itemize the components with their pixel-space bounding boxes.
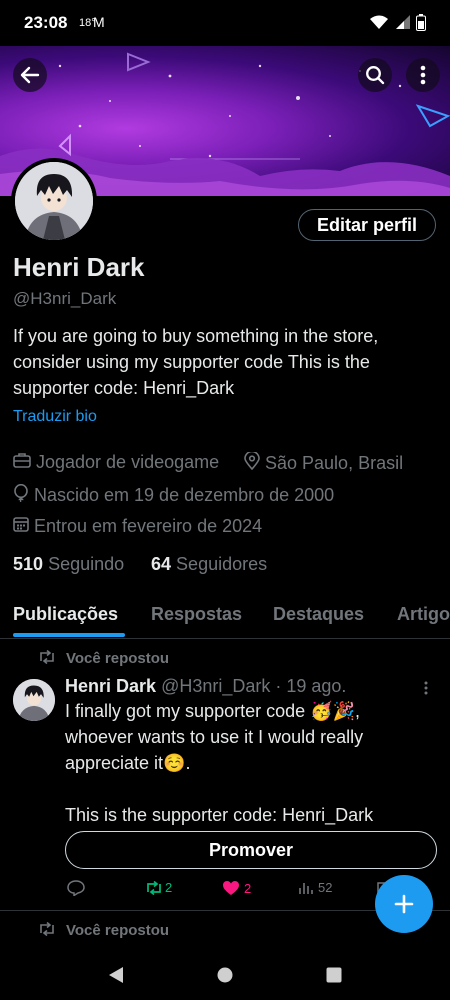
location-text: São Paulo, Brasil [265, 453, 404, 473]
nav-home-icon[interactable] [217, 967, 233, 983]
back-button[interactable] [13, 58, 47, 92]
bio-line: supporter code: Henri_Dark [13, 378, 235, 398]
repost-icon [38, 921, 56, 939]
nav-back-icon[interactable] [108, 966, 124, 984]
like-button[interactable]: 2 [222, 880, 251, 896]
status-bar: 23:08 18° M [0, 0, 450, 46]
occupation-text: Jogador de videogame [36, 452, 220, 472]
calendar-icon [13, 516, 29, 537]
repost-count: 2 [165, 880, 173, 895]
plus-icon [394, 894, 414, 914]
post-author-name[interactable]: Henri Dark [65, 676, 156, 696]
profile-joined: Entrou em fevereiro de 2024 [13, 516, 262, 537]
post-text-line [65, 776, 437, 802]
profile-handle: @H3nri_Dark [13, 289, 117, 308]
post-text-line: I finally got my supporter code 🥳🎉, [65, 701, 360, 721]
compose-post-button[interactable] [375, 875, 433, 933]
repost-label: Você repostou [66, 922, 170, 939]
search-icon [366, 66, 385, 85]
battery-icon [416, 14, 426, 35]
profile-occupation: Jogador de videogame [13, 452, 219, 473]
balloon-icon [13, 483, 29, 507]
repost-indicator: Você repostou [38, 649, 170, 667]
bar-chart-icon [299, 882, 313, 894]
bio-line: consider using my supporter code This is… [13, 352, 370, 372]
following-label: Seguindo [48, 554, 125, 574]
post-text-line: appreciate it☺️. [65, 753, 191, 773]
tab-articles[interactable]: Artigos [397, 604, 450, 625]
birthday-text: Nascido em 19 de dezembro de 2000 [34, 485, 335, 505]
profile-birthday: Nascido em 19 de dezembro de 2000 [13, 483, 335, 507]
heart-icon [223, 881, 239, 895]
status-time: 23:08 [24, 13, 68, 32]
briefcase-icon [13, 452, 31, 473]
views-count: 52 [318, 880, 333, 895]
followers-label: Seguidores [176, 554, 268, 574]
post-text: I finally got my supporter code 🥳🎉, whoe… [65, 698, 437, 828]
followers-count: 64 [151, 554, 172, 574]
reply-button[interactable] [67, 880, 85, 896]
views-button[interactable]: 52 [298, 880, 332, 895]
edit-profile-button[interactable]: Editar perfil [298, 209, 436, 241]
post-header: Henri Dark @H3nri_Dark · 19 ago. [65, 676, 346, 697]
repost-icon [38, 649, 56, 667]
repost-button[interactable]: 2 [145, 880, 172, 895]
reply-icon [67, 880, 85, 896]
post-text-line: whoever wants to use it I would really [65, 727, 364, 747]
translate-bio-link[interactable]: Traduzir bio [13, 408, 97, 426]
repost-label: Você repostou [66, 650, 170, 667]
profile-avatar[interactable] [11, 158, 97, 244]
tab-highlights[interactable]: Destaques [273, 604, 364, 625]
gmail-icon: M [93, 14, 105, 30]
arrow-left-icon [20, 66, 40, 84]
post-author-avatar[interactable] [13, 679, 55, 721]
more-options-button[interactable] [406, 58, 440, 92]
tab-posts[interactable]: Publicações [13, 604, 118, 625]
post-meta: @H3nri_Dark · 19 ago. [161, 676, 347, 696]
repost-icon [147, 880, 161, 895]
nav-recents-icon[interactable] [326, 967, 342, 983]
profile-location: São Paulo, Brasil [244, 450, 404, 475]
post-text-line: This is the supporter code: Henri_Dark [65, 805, 374, 825]
promote-button[interactable]: Promover [65, 831, 437, 869]
following-link[interactable]: 510 Seguindo [13, 554, 124, 575]
repost-indicator: Você repostou [38, 921, 170, 939]
bio-line: If you are going to buy something in the… [13, 326, 379, 346]
system-navigation-bar [0, 950, 450, 1000]
profile-bio: If you are going to buy something in the… [13, 323, 433, 401]
tab-replies[interactable]: Respostas [151, 604, 242, 625]
like-count: 2 [244, 880, 252, 896]
location-pin-icon [244, 450, 260, 475]
following-count: 510 [13, 554, 44, 574]
signal-icon [395, 14, 411, 34]
wifi-icon [369, 14, 389, 34]
more-vertical-icon [424, 681, 428, 695]
more-vertical-icon [420, 65, 426, 85]
profile-name: Henri Dark [13, 252, 145, 282]
joined-text: Entrou em fevereiro de 2024 [34, 516, 263, 536]
search-button[interactable] [358, 58, 392, 92]
followers-link[interactable]: 64 Seguidores [151, 554, 267, 575]
active-tab-indicator [13, 633, 125, 637]
